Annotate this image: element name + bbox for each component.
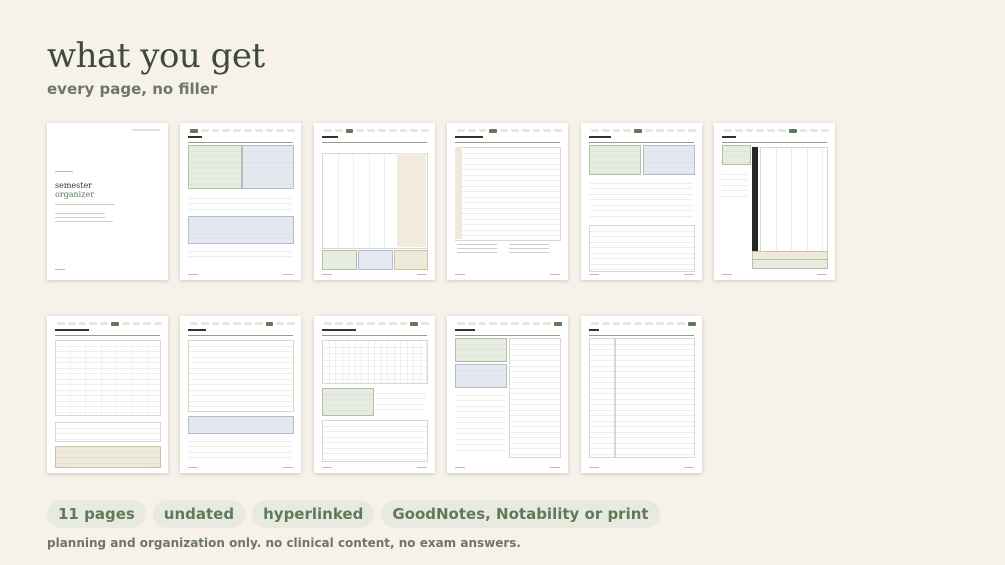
page-thumbnail-semester-glance[interactable] <box>447 123 568 280</box>
page-thumbnail-start-here[interactable]: ​ <box>180 123 301 280</box>
cover-title-line-2: organizer <box>55 190 95 199</box>
badge-compatibility: GoodNotes, Notability or print <box>381 500 660 528</box>
page-thumbnail-grade-tracker[interactable] <box>180 316 301 473</box>
cover-title-line-1: semester <box>55 181 93 190</box>
page-thumbnail-notes[interactable] <box>581 316 702 473</box>
page-thumbnail-month[interactable] <box>314 123 435 280</box>
page-subtitle: every page, no filler <box>47 80 218 98</box>
badge-undated: undated <box>152 500 246 528</box>
page-thumbnail-sunday-reset[interactable] <box>447 316 568 473</box>
badge-hyperlinked: hyperlinked <box>252 500 375 528</box>
disclaimer-note: planning and organization only. no clini… <box>47 536 521 550</box>
page-title: what you get <box>47 36 265 76</box>
cover-title: semester organizer <box>55 181 94 199</box>
page-thumbnail-habits[interactable] <box>314 316 435 473</box>
page-thumbnail-class-dashboard[interactable] <box>581 123 702 280</box>
badge-page-count: 11 pages <box>47 500 146 528</box>
page-thumbnail-cover[interactable]: semester organizer <box>47 123 168 280</box>
page-thumbnail-clinical-tracker[interactable] <box>47 316 168 473</box>
feature-badges: 11 pages undated hyperlinked GoodNotes, … <box>47 500 660 528</box>
page-thumbnail-week[interactable] <box>714 123 835 280</box>
